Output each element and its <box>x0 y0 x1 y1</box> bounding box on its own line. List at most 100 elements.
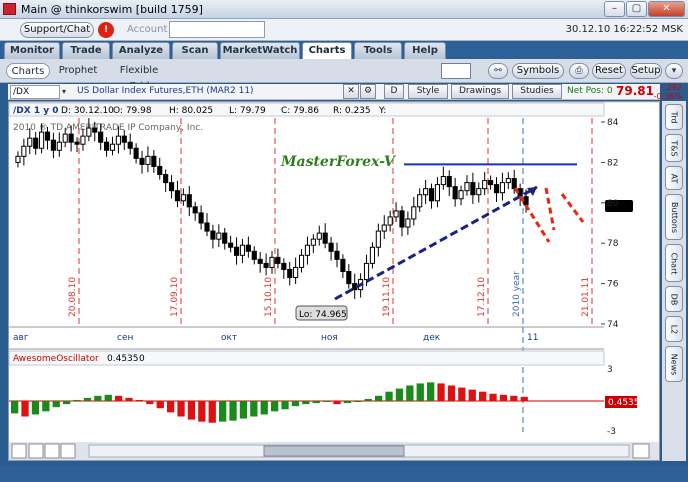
date-marker-label: 19.11.10 <box>382 277 392 317</box>
link-icon[interactable]: ⚯ <box>488 63 508 79</box>
subtab-charts[interactable]: Charts <box>6 63 50 79</box>
setup-button[interactable]: Setup <box>630 63 662 79</box>
sidebar-tab-news[interactable]: News <box>665 346 683 382</box>
drawings-button[interactable]: Drawings <box>451 84 509 99</box>
candle-body <box>393 210 399 218</box>
tab-charts[interactable]: Charts <box>302 42 352 59</box>
ohlc-symbol: /DX 1 y 0 <box>13 106 59 116</box>
color-swatch[interactable] <box>441 63 471 79</box>
forecast-arrow <box>560 193 585 223</box>
studies-button[interactable]: Studies <box>512 84 562 99</box>
candle-body <box>192 206 198 214</box>
alert-icon[interactable]: ! <box>98 22 114 38</box>
subtab-prophet[interactable]: Prophet <box>56 63 100 79</box>
subtab-flexible-grid[interactable]: Flexible Grid <box>108 63 170 92</box>
symbol-dropdown-icon[interactable]: ▾ <box>62 87 66 96</box>
price-chart[interactable]: /DX 1 y 0 D: 30.12.10 O: 79.98 H: 80.025… <box>8 101 659 460</box>
account-label: Account <box>127 24 168 35</box>
tab-analyze[interactable]: Analyze <box>112 42 170 59</box>
candle-body <box>476 188 482 196</box>
ao-bar <box>42 401 50 412</box>
candle-body <box>145 155 151 165</box>
ohlc-low: L: 79.79 <box>229 106 266 116</box>
tab-monitor[interactable]: Monitor <box>4 42 60 59</box>
tab-help[interactable]: Help <box>404 42 446 59</box>
candle-body <box>157 165 163 176</box>
sidebar-tab-ts[interactable]: T&S <box>665 134 683 162</box>
candle-body <box>62 133 68 143</box>
sidebar-tab-trd[interactable]: Trd <box>665 104 683 130</box>
tab-marketwatch[interactable]: MarketWatch <box>220 42 300 59</box>
ao-bar <box>271 401 279 412</box>
aggregation-button[interactable]: D <box>384 84 404 99</box>
low-label: Lo: 74.965 <box>299 310 347 320</box>
symbol-input[interactable]: /DX <box>10 85 60 99</box>
ao-bar <box>11 401 19 414</box>
sidebar-tab-db[interactable]: DB <box>665 286 683 312</box>
candle-body <box>381 224 387 232</box>
candle-body <box>163 174 169 184</box>
candle-body <box>239 244 246 256</box>
candle-body <box>39 131 45 149</box>
ao-bar <box>385 391 393 401</box>
ao-bar <box>447 385 456 401</box>
candle-body <box>92 127 98 133</box>
tab-tools[interactable]: Tools <box>354 42 402 59</box>
candle-body <box>50 139 56 151</box>
ao-bar <box>302 401 310 405</box>
oscillator-tag: 0.4535 <box>608 398 640 408</box>
candle-body <box>322 232 328 244</box>
tab-scan[interactable]: Scan <box>172 42 218 59</box>
candle-body <box>287 268 293 279</box>
style-button[interactable]: Style <box>408 84 448 99</box>
menu-icon[interactable]: ▾ <box>665 63 683 79</box>
account-selector[interactable] <box>169 21 265 38</box>
ao-bar <box>291 401 300 407</box>
candle-body <box>257 258 263 264</box>
candle-body <box>387 216 393 226</box>
candle-body <box>245 244 251 252</box>
maximize-button[interactable]: ▢ <box>626 1 647 17</box>
ao-bar <box>63 401 71 405</box>
ao-bar <box>437 383 445 401</box>
ao-bar <box>510 395 518 401</box>
candle-body <box>511 178 517 190</box>
date-marker-label: 17.09.10 <box>170 277 180 317</box>
wrench-icon[interactable]: ⚙ <box>360 84 376 99</box>
ao-bar <box>354 401 362 402</box>
sidebar-tab-chart[interactable]: Chart <box>665 244 683 282</box>
ao-bar <box>260 401 268 415</box>
candle-body <box>109 143 116 151</box>
price-tick-label: 80 <box>607 199 619 209</box>
chart-panel[interactable]: /DX 1 y 0 D: 30.12.10 O: 79.98 H: 80.025… <box>8 101 660 461</box>
crosshair-icon[interactable]: ✕ <box>343 84 359 99</box>
ao-bar <box>156 401 164 409</box>
symbols-button[interactable]: Symbols <box>512 63 564 79</box>
candle-body <box>127 141 133 149</box>
ao-bar <box>115 395 123 401</box>
ao-bar <box>21 401 29 417</box>
sidebar-tab-buttons[interactable]: Buttons <box>665 194 683 240</box>
print-icon[interactable]: ⎙ <box>569 63 589 79</box>
candle-body <box>405 218 411 228</box>
ao-bar <box>479 391 487 401</box>
candle-body <box>464 182 470 192</box>
sidebar-tab-at[interactable]: AT <box>665 166 683 190</box>
price-tick-label: 82 <box>607 158 618 168</box>
ao-bar <box>167 401 175 413</box>
support-chat-button[interactable]: Support/Chat <box>20 22 94 38</box>
candle-body <box>440 176 446 186</box>
ao-bar <box>177 401 185 417</box>
symbol-description: US Dollar Index Futures,ETH (MAR2 11) <box>77 86 254 96</box>
candle-body <box>328 242 334 252</box>
sidebar-tab-l2[interactable]: L2 <box>665 316 683 342</box>
ao-bar <box>104 394 112 401</box>
ao-bar <box>375 395 383 401</box>
tab-trade[interactable]: Trade <box>62 42 110 59</box>
ao-bar <box>31 401 40 415</box>
reset-button[interactable]: Reset <box>592 63 626 79</box>
minimize-button[interactable]: – <box>604 1 625 17</box>
ao-bar <box>333 401 341 405</box>
candle-body <box>228 242 234 248</box>
close-button[interactable]: ✕ <box>648 1 685 17</box>
